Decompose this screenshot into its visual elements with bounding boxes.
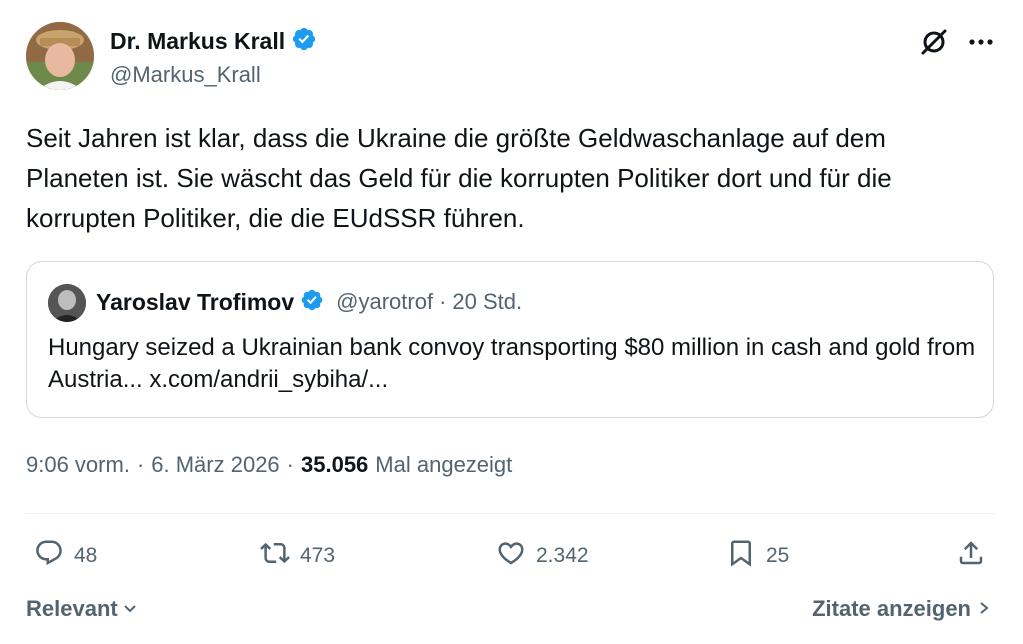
sort-label: Relevant [26, 596, 118, 621]
tweet-meta: 9:06 vorm. · 6. März 2026 · 35.056 Mal a… [26, 452, 512, 478]
author-name[interactable]: Dr. Markus Krall [110, 28, 285, 55]
chevron-right-icon [977, 596, 991, 622]
like-button[interactable]: 2.342 [496, 536, 589, 576]
verified-icon [291, 26, 317, 57]
bookmark-button[interactable]: 25 [726, 536, 789, 576]
like-icon [496, 538, 526, 574]
quote-time: 20 Std. [452, 289, 523, 314]
repost-icon [260, 538, 290, 574]
author-handle[interactable]: @Markus_Krall [110, 62, 261, 88]
view-label: Mal angezeigt [375, 452, 513, 477]
reply-icon [34, 538, 64, 574]
sort-dropdown[interactable]: Relevant [26, 596, 138, 622]
share-button[interactable] [956, 536, 986, 576]
quote-author-name: Yaroslav Trofimov [96, 288, 295, 315]
grok-icon[interactable] [916, 24, 952, 60]
repost-count: 473 [300, 544, 336, 567]
quote-author-avatar [48, 284, 86, 322]
bookmark-icon [726, 538, 756, 574]
more-icon[interactable] [966, 28, 996, 56]
repost-button[interactable]: 473 [260, 536, 335, 576]
like-count: 2.342 [536, 544, 589, 567]
view-quotes-label: Zitate anzeigen [812, 596, 971, 621]
meta-separator: · [136, 452, 145, 477]
tweet-date[interactable]: 6. März 2026 [151, 452, 279, 478]
view-count: 35.056 [301, 452, 369, 477]
reply-count: 48 [74, 544, 98, 567]
author-avatar[interactable] [26, 22, 94, 90]
quote-separator: · [439, 289, 447, 314]
verified-icon [300, 288, 324, 317]
quote-author-handle: @yarotrof [336, 289, 434, 314]
divider [26, 513, 996, 514]
reply-button[interactable]: 48 [34, 536, 97, 576]
view-quotes-link[interactable]: Zitate anzeigen [812, 596, 991, 622]
quote-text: Hungary seized a Ukrainian bank convoy t… [48, 334, 976, 393]
share-icon [956, 538, 986, 574]
tweet-time[interactable]: 9:06 vorm. [26, 452, 130, 478]
tweet-text: Seit Jahren ist klar, dass die Ukraine d… [26, 123, 892, 233]
meta-separator: · [286, 452, 294, 477]
chevron-down-icon [122, 596, 138, 622]
bookmark-count: 25 [766, 544, 790, 567]
